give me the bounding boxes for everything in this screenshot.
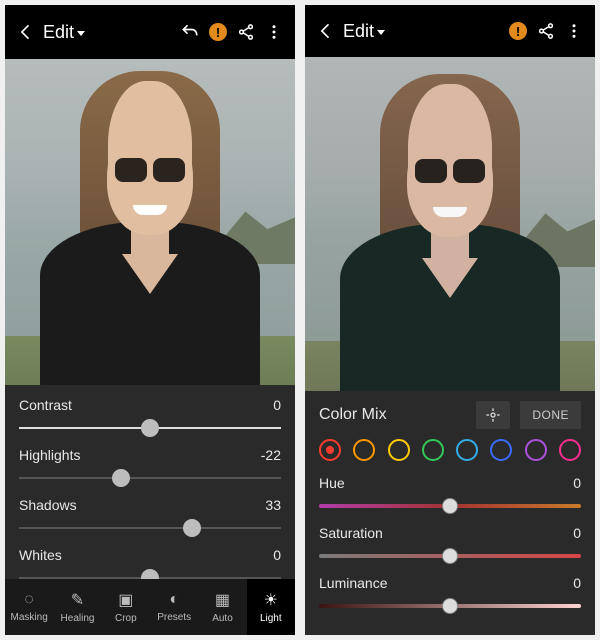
slider-hue: Hue 0 <box>319 475 581 517</box>
slider-track-whites[interactable] <box>19 565 281 579</box>
slider-value: 0 <box>273 547 281 563</box>
slider-track-luminance[interactable] <box>319 595 581 617</box>
slider-value: -22 <box>261 447 281 463</box>
slider-label: Shadows <box>19 497 77 513</box>
slider-highlights: Highlights -22 <box>19 445 281 491</box>
slider-track-hue[interactable] <box>319 495 581 517</box>
share-icon[interactable] <box>535 20 557 42</box>
slider-luminance: Luminance 0 <box>319 575 581 617</box>
phone-right: Edit ! Color Mix DONE <box>305 5 595 635</box>
share-icon[interactable] <box>235 21 257 43</box>
done-button[interactable]: DONE <box>520 401 581 429</box>
slider-value: 0 <box>273 397 281 413</box>
slider-track-shadows[interactable] <box>19 515 281 541</box>
tool-label: Crop <box>115 613 137 624</box>
slider-label: Hue <box>319 475 345 491</box>
edit-label: Edit <box>343 21 374 42</box>
slider-label: Saturation <box>319 525 383 541</box>
swatch-aqua[interactable] <box>456 439 478 461</box>
warning-icon[interactable]: ! <box>207 21 229 43</box>
target-adjust-button[interactable] <box>476 401 510 429</box>
color-mix-panel: Color Mix DONE Hue 0 Saturation 0 <box>305 391 595 635</box>
swatch-orange[interactable] <box>353 439 375 461</box>
slider-value: 0 <box>573 575 581 591</box>
slider-shadows: Shadows 33 <box>19 495 281 541</box>
tool-presets[interactable]: ◐ Presets <box>150 579 198 635</box>
slider-track-highlights[interactable] <box>19 465 281 491</box>
more-icon[interactable] <box>563 20 585 42</box>
light-panel: Contrast 0 Highlights -22 Shadows 33 <box>5 385 295 579</box>
color-swatches <box>319 439 581 461</box>
toolstrip: ◌ Masking ✎ Healing ▣ Crop ◐ Presets ▦ A… <box>5 579 295 635</box>
healing-icon: ✎ <box>71 590 84 610</box>
photo-preview[interactable] <box>5 59 295 385</box>
swatch-blue[interactable] <box>490 439 512 461</box>
slider-label: Whites <box>19 547 62 563</box>
edit-menu[interactable]: Edit <box>343 21 385 42</box>
caret-down-icon <box>77 31 85 36</box>
swatch-red[interactable] <box>319 439 341 461</box>
tool-label: Light <box>260 613 282 624</box>
light-icon: ☀ <box>264 590 278 610</box>
back-icon[interactable] <box>15 21 37 43</box>
slider-value: 0 <box>573 475 581 491</box>
auto-icon: ▦ <box>215 590 230 610</box>
slider-label: Luminance <box>319 575 388 591</box>
slider-label: Highlights <box>19 447 80 463</box>
done-label: DONE <box>532 408 569 422</box>
back-icon[interactable] <box>315 20 337 42</box>
slider-value: 33 <box>265 497 281 513</box>
more-icon[interactable] <box>263 21 285 43</box>
tool-masking[interactable]: ◌ Masking <box>5 579 53 635</box>
swatch-yellow[interactable] <box>388 439 410 461</box>
slider-saturation: Saturation 0 <box>319 525 581 567</box>
tool-label: Auto <box>212 613 233 624</box>
slider-value: 0 <box>573 525 581 541</box>
photo-preview[interactable] <box>305 57 595 391</box>
topbar: Edit ! <box>305 5 595 57</box>
tool-light[interactable]: ☀ Light <box>247 579 295 635</box>
edit-menu[interactable]: Edit <box>43 22 85 43</box>
tool-auto[interactable]: ▦ Auto <box>198 579 246 635</box>
slider-whites: Whites 0 <box>19 545 281 579</box>
masking-icon: ◌ <box>24 591 34 609</box>
edit-label: Edit <box>43 22 74 43</box>
tool-crop[interactable]: ▣ Crop <box>102 579 150 635</box>
slider-track-saturation[interactable] <box>319 545 581 567</box>
swatch-magenta[interactable] <box>559 439 581 461</box>
phone-left: Edit ! Contrast 0 <box>5 5 295 635</box>
presets-icon: ◐ <box>169 591 179 609</box>
topbar: Edit ! <box>5 5 295 59</box>
tool-label: Presets <box>157 612 191 623</box>
tool-label: Healing <box>61 613 95 624</box>
slider-label: Contrast <box>19 397 72 413</box>
warning-icon[interactable]: ! <box>507 20 529 42</box>
slider-contrast: Contrast 0 <box>19 395 281 441</box>
slider-track-contrast[interactable] <box>19 415 281 441</box>
tool-healing[interactable]: ✎ Healing <box>53 579 101 635</box>
caret-down-icon <box>377 30 385 35</box>
swatch-green[interactable] <box>422 439 444 461</box>
tool-label: Masking <box>11 612 48 623</box>
swatch-purple[interactable] <box>525 439 547 461</box>
crop-icon: ▣ <box>118 590 133 610</box>
panel-title: Color Mix <box>319 406 466 424</box>
undo-icon[interactable] <box>179 21 201 43</box>
